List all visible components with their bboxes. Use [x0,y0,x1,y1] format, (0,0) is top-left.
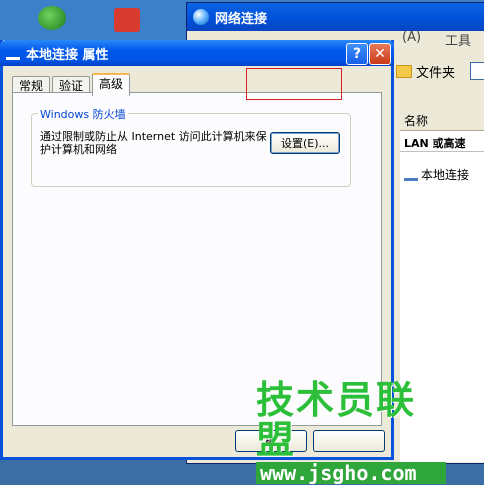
menu-item-a[interactable]: (A) [402,30,421,49]
window-title-bar[interactable]: 网络连接 [187,3,484,31]
list-group-header: LAN 或高速 [400,131,484,152]
firewall-group-label: Windows 防火墙 [38,106,128,122]
list-item-label: 本地连接 [421,168,470,182]
column-header-name[interactable]: 名称 [400,112,484,131]
firewall-description: 通过限制或防止从 Internet 访问此计算机来保护计算机和网络 [40,130,267,156]
firewall-group: Windows 防火墙 通过限制或防止从 Internet 访问此计算机来保护计… [31,106,351,187]
watermark: 技术员联盟 www.jsgho.com [256,380,446,484]
highlight-box [246,68,342,100]
folders-button[interactable]: 文件夹 [416,62,455,81]
close-button[interactable]: ✕ [369,43,391,65]
folder-icon [396,64,412,78]
tab-advanced[interactable]: 高级 [92,73,131,96]
desktop-app-icon[interactable] [38,6,66,30]
menu-bar: (A) 工具 [402,30,471,49]
help-button[interactable]: ? [346,43,368,65]
dialog-title-bar[interactable]: 本地连接 属性 ? ✕ [0,40,394,66]
tab-panel: Windows 防火墙 通过限制或防止从 Internet 访问此计算机来保护计… [12,92,382,426]
window-title: 网络连接 [215,11,268,27]
list-item[interactable]: 本地连接 [400,152,484,183]
watermark-title: 技术员联盟 [256,378,417,462]
firewall-settings-button[interactable]: 设置(E)... [270,132,340,154]
toolbar: 文件夹 [396,58,455,84]
network-connection-icon [404,168,418,181]
dialog-title: 本地连接 属性 [26,47,109,63]
menu-item-tools[interactable]: 工具 [445,30,471,49]
network-globe-icon [193,9,209,25]
view-icon[interactable] [470,62,484,80]
watermark-url: www.jsgho.com [256,462,446,484]
desktop-shortcut-icon[interactable] [114,8,140,32]
network-icon [6,47,20,60]
